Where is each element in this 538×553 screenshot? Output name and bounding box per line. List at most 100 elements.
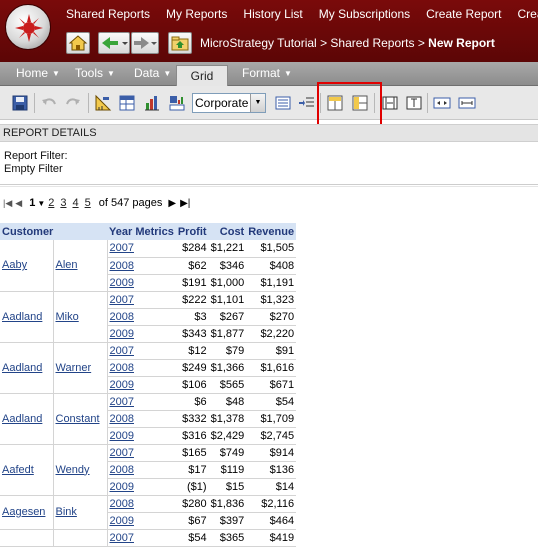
forward-button[interactable] — [131, 32, 159, 54]
cost-cell: $749 — [208, 444, 247, 462]
breadcrumb-project[interactable]: MicroStrategy Tutorial — [200, 36, 317, 50]
header-revenue[interactable]: Revenue — [246, 223, 297, 240]
profit-cell: ($1) — [175, 478, 209, 496]
year-cell[interactable]: 2007 — [106, 529, 176, 547]
wrap-icon[interactable] — [458, 94, 476, 112]
year-cell[interactable]: 2008 — [106, 410, 176, 428]
page-dropdown-icon[interactable]: ▼ — [37, 199, 45, 208]
auto-fit-icon[interactable] — [405, 94, 423, 112]
customer-last-name[interactable]: Aafedt — [0, 444, 54, 496]
breadcrumb-folder[interactable]: Shared Reports — [330, 36, 414, 50]
year-cell[interactable]: 2008 — [106, 257, 176, 275]
profit-cell: $106 — [175, 376, 209, 394]
last-page-icon[interactable]: ▶| — [180, 198, 190, 209]
year-cell[interactable]: 2009 — [106, 427, 176, 445]
cost-cell: $1,836 — [208, 495, 247, 513]
page-link[interactable]: 2 — [48, 197, 54, 209]
forward-arrow-icon — [134, 37, 157, 49]
back-button[interactable] — [98, 32, 130, 54]
customer-last-name[interactable] — [0, 529, 54, 547]
nav-my-reports[interactable]: My Reports — [158, 0, 235, 28]
year-cell[interactable]: 2008 — [106, 495, 176, 513]
profit-cell: $316 — [175, 427, 209, 445]
revenue-cell: $671 — [246, 376, 297, 394]
add-column-icon[interactable] — [298, 94, 316, 112]
nav-my-subscriptions[interactable]: My Subscriptions — [311, 0, 418, 28]
customer-last-name[interactable]: Aagesen — [0, 495, 54, 530]
header-metrics[interactable]: Metrics — [135, 226, 174, 238]
nav-create[interactable]: Create — [510, 0, 538, 28]
tab-home[interactable]: Home ▼ — [16, 66, 60, 80]
nav-history-list[interactable]: History List — [235, 0, 310, 28]
year-cell[interactable]: 2007 — [106, 342, 176, 360]
customer-first-name[interactable]: Miko — [53, 291, 108, 343]
tab-tools[interactable]: Tools ▼ — [75, 66, 115, 80]
year-cell[interactable]: 2008 — [106, 308, 176, 326]
year-cell[interactable]: 2008 — [106, 461, 176, 479]
caret-down-icon: ▼ — [52, 69, 60, 78]
year-cell[interactable]: 2007 — [106, 291, 176, 309]
year-cell[interactable]: 2007 — [106, 393, 176, 411]
year-cell[interactable]: 2009 — [106, 512, 176, 530]
microstrategy-logo[interactable] — [5, 4, 51, 50]
revenue-cell: $2,116 — [246, 495, 297, 513]
customer-first-name[interactable]: Constant — [53, 393, 108, 445]
pager: |◀ ◀ 1 ▼ 2 3 4 5 of 547 pages ▶ ▶| — [3, 197, 190, 209]
previous-page-icon[interactable]: ◀ — [15, 198, 22, 209]
header-customer[interactable]: Customer — [0, 223, 107, 240]
page-link[interactable]: 5 — [85, 197, 91, 209]
customer-first-name[interactable]: Warner — [53, 342, 108, 394]
year-cell[interactable]: 2009 — [106, 478, 176, 496]
header-cost[interactable]: Cost — [208, 223, 247, 240]
revenue-cell: $914 — [246, 444, 297, 462]
outline-icon[interactable] — [274, 94, 292, 112]
save-icon[interactable] — [11, 94, 29, 112]
profit-cell: $3 — [175, 308, 209, 326]
customer-first-name[interactable]: Wendy — [53, 444, 108, 496]
header-year[interactable]: Year — [109, 226, 132, 238]
customer-first-name[interactable] — [53, 529, 108, 547]
up-folder-button[interactable] — [168, 32, 192, 54]
first-page-icon[interactable]: |◀ — [3, 198, 12, 209]
page-link[interactable]: 3 — [60, 197, 66, 209]
graph-view-icon[interactable] — [143, 94, 161, 112]
revenue-cell: $464 — [246, 512, 297, 530]
cost-cell: $1,877 — [208, 325, 247, 343]
grid-style-select[interactable]: Corporate ▼ — [192, 93, 266, 113]
customer-last-name[interactable]: Aadland — [0, 342, 54, 394]
toolbar-separator — [427, 93, 428, 113]
redo-icon[interactable] — [64, 94, 82, 112]
tab-data[interactable]: Data ▼ — [134, 66, 171, 80]
dropdown-arrow-icon[interactable]: ▼ — [250, 94, 265, 112]
header-profit[interactable]: Profit — [175, 223, 209, 240]
year-cell[interactable]: 2009 — [106, 325, 176, 343]
design-icon[interactable] — [94, 94, 112, 112]
highlight-annotation — [317, 82, 382, 127]
grid-view-icon[interactable] — [118, 94, 136, 112]
year-cell[interactable]: 2009 — [106, 274, 176, 292]
report-details-header[interactable]: REPORT DETAILS — [0, 124, 538, 142]
freeze-icon[interactable] — [433, 94, 451, 112]
nav-create-report[interactable]: Create Report — [418, 0, 509, 28]
cost-cell: $1,378 — [208, 410, 247, 428]
header-year-metrics[interactable]: Year Metrics — [107, 223, 176, 240]
page-link[interactable]: 4 — [72, 197, 78, 209]
grid-graph-icon[interactable] — [168, 94, 186, 112]
year-cell[interactable]: 2008 — [106, 359, 176, 377]
nav-shared-reports[interactable]: Shared Reports — [58, 0, 158, 28]
year-cell[interactable]: 2007 — [106, 240, 176, 258]
next-page-icon[interactable]: ▶ — [168, 198, 176, 209]
customer-last-name[interactable]: Aadland — [0, 393, 54, 445]
customer-last-name[interactable]: Aaby — [0, 240, 54, 292]
table-row: Aagesen Bink 2008 $280 $1,836 $2,116 — [0, 495, 297, 530]
customer-last-name[interactable]: Aadland — [0, 291, 54, 343]
customer-first-name[interactable]: Bink — [53, 495, 108, 530]
undo-icon[interactable] — [40, 94, 58, 112]
tab-grid[interactable]: Grid — [176, 65, 228, 87]
customer-first-name[interactable]: Alen — [53, 240, 108, 292]
year-cell[interactable]: 2009 — [106, 376, 176, 394]
tab-format[interactable]: Format ▼ — [242, 66, 292, 80]
home-button[interactable] — [66, 32, 90, 54]
year-cell[interactable]: 2007 — [106, 444, 176, 462]
resize-columns-icon[interactable] — [381, 94, 399, 112]
